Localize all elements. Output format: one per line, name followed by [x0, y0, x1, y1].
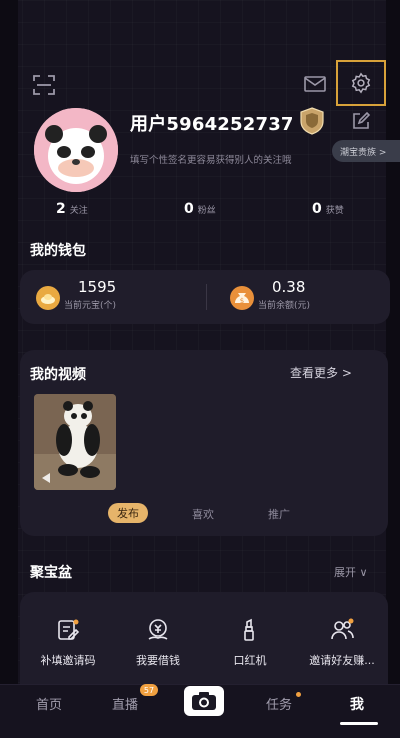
stat-fans-label: 粉丝 — [197, 206, 216, 216]
stat-likes[interactable]: 0 获赞 — [312, 201, 344, 217]
tool-loan-label: 我要借钱 — [136, 654, 180, 667]
panda-avatar-image — [34, 108, 118, 192]
tab-liked[interactable]: 喜欢 — [192, 506, 214, 522]
ingot-balance-label: 当前元宝(个) — [64, 301, 117, 311]
stat-likes-label: 获赞 — [325, 206, 344, 216]
stat-following[interactable]: 2 关注 — [56, 201, 88, 217]
tab-published[interactable]: 发布 — [108, 503, 148, 523]
video-thumbnail[interactable] — [34, 394, 116, 490]
tool-lipstick-label: 口红机 — [233, 654, 267, 667]
tool-invite-friends[interactable]: 邀请好友赚... — [298, 616, 386, 668]
level-badge[interactable] — [298, 106, 326, 136]
videos-title: 我的视频 — [30, 367, 86, 383]
live-count-badge: 57 — [140, 684, 158, 696]
wallet-title: 我的钱包 — [30, 243, 86, 259]
camera-icon — [192, 692, 216, 710]
stat-fans-count: 0 — [184, 201, 194, 217]
edit-icon — [353, 111, 371, 129]
money-bag-icon: $ — [230, 286, 254, 310]
panda-video-image — [34, 394, 116, 490]
left-edge — [0, 0, 18, 738]
loan-icon — [144, 616, 172, 644]
cash-balance-label: 当前余额(元) — [258, 301, 311, 311]
camera-button[interactable] — [184, 686, 224, 716]
active-tab-indicator — [340, 722, 378, 725]
avatar[interactable] — [34, 108, 118, 192]
username: 用户5964252737 — [130, 114, 294, 135]
edit-profile-button[interactable] — [348, 108, 374, 134]
cash-balance-value[interactable]: 0.38 — [272, 278, 305, 296]
scan-button[interactable] — [30, 72, 58, 98]
gold-ingot-icon — [36, 286, 60, 310]
treasure-expand-toggle[interactable]: 展开 ∨ — [334, 564, 368, 580]
lipstick-icon — [236, 616, 264, 644]
tool-invite-code[interactable]: 补填邀请码 — [24, 616, 112, 668]
tool-lipstick[interactable]: 口红机 — [206, 616, 294, 668]
vip-chip[interactable]: 潮宝贵族 > — [332, 140, 400, 162]
stat-likes-count: 0 — [312, 201, 322, 217]
ingot-balance-value[interactable]: 1595 — [78, 278, 116, 296]
invite-friends-icon — [328, 616, 356, 644]
mail-icon — [304, 76, 326, 92]
wallet-divider — [206, 284, 207, 310]
invite-code-icon — [54, 616, 82, 644]
right-edge — [386, 0, 400, 738]
tool-invite-friends-label: 邀请好友赚... — [309, 654, 375, 667]
bio-text[interactable]: 填写个性签名更容易获得别人的关注哦 — [130, 152, 292, 166]
tasks-notification-dot — [296, 692, 301, 697]
tab-me[interactable]: 我 — [350, 694, 364, 714]
settings-button[interactable] — [336, 60, 386, 106]
stat-fans[interactable]: 0 粉丝 — [184, 201, 216, 217]
settings-icon — [351, 72, 371, 94]
svg-text:$: $ — [240, 297, 244, 305]
videos-more-link[interactable]: 查看更多 > — [290, 364, 352, 381]
tab-home[interactable]: 首页 — [36, 694, 62, 713]
shield-badge-icon — [300, 107, 324, 135]
tab-live[interactable]: 直播 — [112, 694, 138, 713]
tab-tasks[interactable]: 任务 — [266, 694, 292, 713]
profile-screen: 用户5964252737 填写个性签名更容易获得别人的关注哦 潮宝贵族 > 2关… — [0, 0, 400, 738]
stat-following-label: 关注 — [69, 206, 88, 216]
wallet-card — [20, 270, 390, 324]
tab-promote[interactable]: 推广 — [268, 506, 290, 522]
tool-invite-code-label: 补填邀请码 — [40, 654, 96, 667]
treasure-title: 聚宝盆 — [30, 565, 72, 581]
scan-icon — [33, 75, 55, 95]
stat-following-count: 2 — [56, 201, 66, 217]
tool-loan[interactable]: 我要借钱 — [114, 616, 202, 668]
message-button[interactable] — [302, 72, 328, 96]
